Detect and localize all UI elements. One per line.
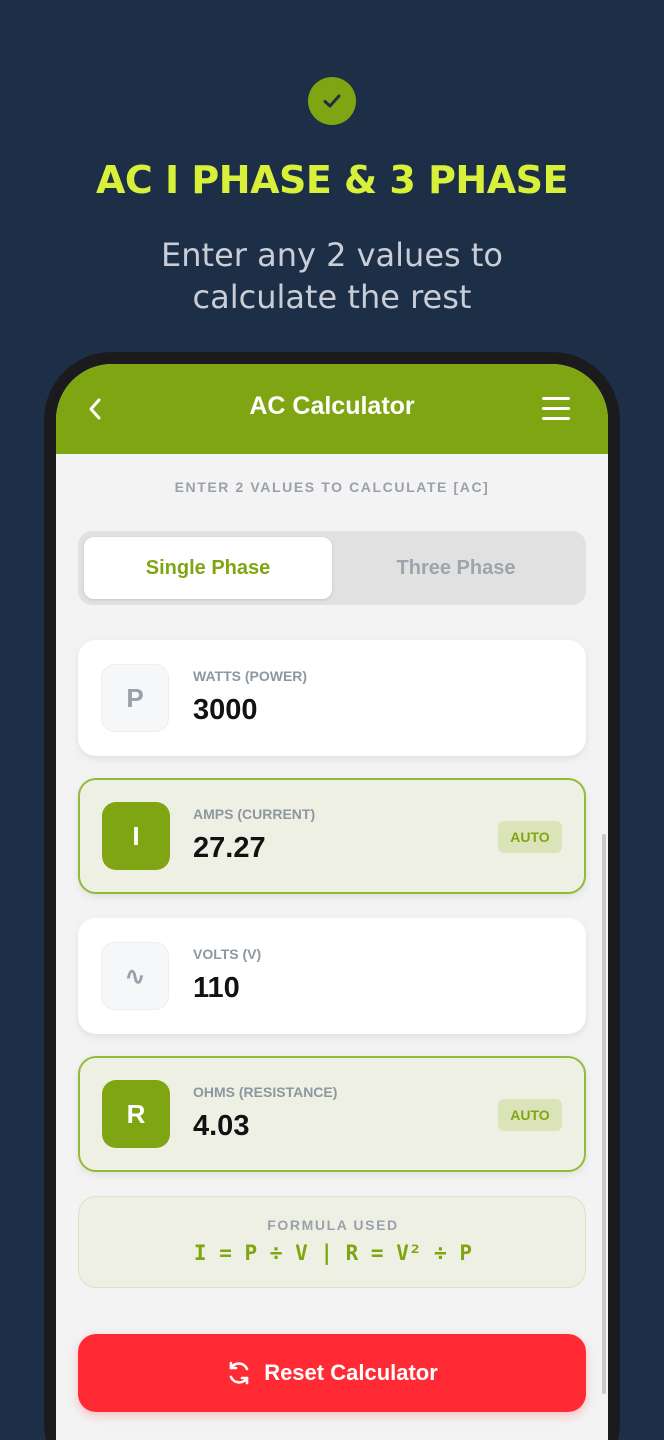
formula-expression: I = P ÷ V | R = V² ÷ P xyxy=(193,1241,473,1265)
tab-three-phase[interactable]: Three Phase xyxy=(332,537,580,599)
check-icon xyxy=(323,94,341,108)
power-symbol-icon: P xyxy=(101,664,169,732)
hamburger-menu-icon[interactable] xyxy=(542,395,572,421)
refresh-icon xyxy=(229,1361,249,1385)
volts-label: VOLTS (V) xyxy=(193,946,262,962)
watts-label: WATTS (POWER) xyxy=(193,668,308,684)
app-title: AC Calculator xyxy=(249,392,415,420)
auto-badge: AUTO xyxy=(498,821,562,853)
ohms-value[interactable]: 4.03 xyxy=(193,1110,249,1143)
phase-segmented-control: Single Phase Three Phase xyxy=(78,531,586,605)
app-screen: AC Calculator ENTER 2 VALUES TO CALCULAT… xyxy=(56,364,608,1440)
current-symbol-icon: I xyxy=(102,802,170,870)
check-badge xyxy=(308,77,356,125)
ohms-result-card[interactable]: R OHMS (RESISTANCE) 4.03 AUTO xyxy=(78,1056,586,1172)
scrollbar[interactable] xyxy=(602,834,606,1394)
amps-value[interactable]: 27.27 xyxy=(193,832,266,865)
formula-label: FORMULA USED xyxy=(267,1217,399,1233)
section-label: ENTER 2 VALUES TO CALCULATE [AC] xyxy=(174,479,490,495)
auto-badge: AUTO xyxy=(498,1099,562,1131)
volts-input-card[interactable]: ∿ VOLTS (V) 110 xyxy=(78,918,586,1034)
amps-label: AMPS (CURRENT) xyxy=(193,806,316,822)
reset-calculator-button[interactable]: Reset Calculator xyxy=(78,1334,586,1412)
watts-input-card[interactable]: P WATTS (POWER) 3000 xyxy=(78,640,586,756)
promo-subline: Enter any 2 values to calculate the rest xyxy=(161,236,503,316)
amps-result-card[interactable]: I AMPS (CURRENT) 27.27 AUTO xyxy=(78,778,586,894)
ohms-label: OHMS (RESISTANCE) xyxy=(193,1084,338,1100)
app-bar: AC Calculator xyxy=(56,364,608,454)
formula-panel: FORMULA USED I = P ÷ V | R = V² ÷ P xyxy=(78,1196,586,1288)
watts-value[interactable]: 3000 xyxy=(193,694,258,727)
sine-wave-icon: ∿ xyxy=(101,942,169,1010)
resistance-symbol-icon: R xyxy=(102,1080,170,1148)
promo-headline: AC I PHASE & 3 PHASE xyxy=(96,158,568,202)
reset-label: Reset Calculator xyxy=(264,1360,438,1385)
tab-single-phase[interactable]: Single Phase xyxy=(84,537,332,599)
volts-value[interactable]: 110 xyxy=(193,972,240,1005)
